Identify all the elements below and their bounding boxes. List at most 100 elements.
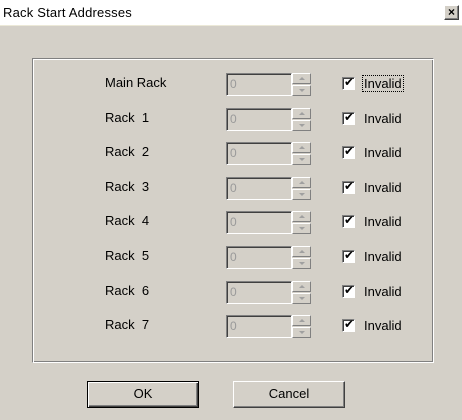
checkmark-icon: ✔ xyxy=(344,317,355,331)
rack-row: Main Rack 0 ✔ Invalid xyxy=(0,73,462,97)
rack-label: Rack 5 xyxy=(105,248,150,263)
arrow-up-icon xyxy=(299,215,305,218)
address-spinner: 0 xyxy=(226,211,311,234)
arrow-up-icon xyxy=(299,319,305,322)
invalid-checkbox-label[interactable]: Invalid xyxy=(363,284,403,299)
address-spinner: 0 xyxy=(226,246,311,269)
checkmark-icon: ✔ xyxy=(344,144,355,158)
address-field: 0 xyxy=(226,281,292,304)
ok-button[interactable]: OK xyxy=(87,381,199,408)
spin-up-button xyxy=(292,281,311,292)
arrow-down-icon xyxy=(299,297,305,300)
spinner-buttons xyxy=(292,281,311,304)
checkbox-box[interactable]: ✔ xyxy=(342,110,355,125)
spinner-buttons xyxy=(292,108,311,131)
arrow-up-icon xyxy=(299,112,305,115)
invalid-checkbox-label[interactable]: Invalid xyxy=(363,249,403,264)
checkbox-box[interactable]: ✔ xyxy=(342,213,355,228)
spinner-buttons xyxy=(292,73,311,96)
checkmark-icon: ✔ xyxy=(344,213,355,227)
invalid-checkbox-label[interactable]: Invalid xyxy=(363,180,403,195)
address-field: 0 xyxy=(226,177,292,200)
rack-row: Rack 3 0 ✔ Invalid xyxy=(0,177,462,201)
address-spinner: 0 xyxy=(226,315,311,338)
address-spinner: 0 xyxy=(226,73,311,96)
spin-down-button xyxy=(292,223,311,234)
address-spinner: 0 xyxy=(226,142,311,165)
checkmark-icon: ✔ xyxy=(344,110,355,124)
rack-label: Rack 6 xyxy=(105,283,150,298)
rack-row: Rack 2 0 ✔ Invalid xyxy=(0,142,462,166)
invalid-checkbox-label[interactable]: Invalid xyxy=(363,318,403,333)
spin-up-button xyxy=(292,211,311,222)
spin-up-button xyxy=(292,108,311,119)
checkmark-icon: ✔ xyxy=(344,248,355,262)
arrow-up-icon xyxy=(299,285,305,288)
close-button[interactable]: × xyxy=(444,5,459,20)
checkbox-box[interactable]: ✔ xyxy=(342,283,355,298)
spin-down-button xyxy=(292,189,311,200)
arrow-down-icon xyxy=(299,89,305,92)
spinner-buttons xyxy=(292,315,311,338)
arrow-down-icon xyxy=(299,262,305,265)
address-field: 0 xyxy=(226,108,292,131)
address-field: 0 xyxy=(226,246,292,269)
rack-label: Rack 4 xyxy=(105,213,150,228)
rack-label: Rack 1 xyxy=(105,110,150,125)
invalid-checkbox-label[interactable]: Invalid xyxy=(363,145,403,160)
address-spinner: 0 xyxy=(226,108,311,131)
spinner-buttons xyxy=(292,246,311,269)
spin-up-button xyxy=(292,142,311,153)
spin-up-button xyxy=(292,246,311,257)
close-icon: × xyxy=(447,5,455,19)
checkmark-icon: ✔ xyxy=(344,75,355,89)
invalid-checkbox-label[interactable]: Invalid xyxy=(363,214,403,229)
arrow-up-icon xyxy=(299,181,305,184)
rack-row: Rack 7 0 ✔ Invalid xyxy=(0,315,462,339)
checkbox-box[interactable]: ✔ xyxy=(342,75,355,90)
spin-down-button xyxy=(292,258,311,269)
address-field: 0 xyxy=(226,142,292,165)
rack-label: Main Rack xyxy=(105,75,167,90)
title-bar: Rack Start Addresses × xyxy=(0,0,462,26)
spin-down-button xyxy=(292,120,311,131)
rack-row: Rack 5 0 ✔ Invalid xyxy=(0,246,462,270)
checkmark-icon: ✔ xyxy=(344,283,355,297)
rack-start-addresses-dialog: Rack Start Addresses × Main Rack 0 ✔ Invali… xyxy=(0,0,462,420)
arrow-down-icon xyxy=(299,124,305,127)
spin-up-button xyxy=(292,315,311,326)
address-field: 0 xyxy=(226,211,292,234)
invalid-checkbox-label[interactable]: Invalid xyxy=(362,75,404,92)
arrow-down-icon xyxy=(299,331,305,334)
spinner-buttons xyxy=(292,211,311,234)
cancel-button[interactable]: Cancel xyxy=(233,381,345,408)
spin-up-button xyxy=(292,73,311,84)
arrow-up-icon xyxy=(299,77,305,80)
rack-row: Rack 1 0 ✔ Invalid xyxy=(0,108,462,132)
spin-up-button xyxy=(292,177,311,188)
checkbox-box[interactable]: ✔ xyxy=(342,248,355,263)
checkbox-box[interactable]: ✔ xyxy=(342,179,355,194)
arrow-down-icon xyxy=(299,227,305,230)
spin-down-button xyxy=(292,327,311,338)
address-spinner: 0 xyxy=(226,281,311,304)
rack-label: Rack 7 xyxy=(105,317,150,332)
checkbox-box[interactable]: ✔ xyxy=(342,317,355,332)
window-title: Rack Start Addresses xyxy=(3,5,132,20)
rack-row: Rack 6 0 ✔ Invalid xyxy=(0,281,462,305)
spin-down-button xyxy=(292,293,311,304)
invalid-checkbox-label[interactable]: Invalid xyxy=(363,111,403,126)
rack-label: Rack 3 xyxy=(105,179,150,194)
address-spinner: 0 xyxy=(226,177,311,200)
address-field: 0 xyxy=(226,315,292,338)
checkbox-box[interactable]: ✔ xyxy=(342,144,355,159)
rack-row: Rack 4 0 ✔ Invalid xyxy=(0,211,462,235)
spin-down-button xyxy=(292,85,311,96)
spin-down-button xyxy=(292,154,311,165)
checkmark-icon: ✔ xyxy=(344,179,355,193)
arrow-up-icon xyxy=(299,146,305,149)
arrow-down-icon xyxy=(299,158,305,161)
rack-label: Rack 2 xyxy=(105,144,150,159)
spinner-buttons xyxy=(292,177,311,200)
address-field: 0 xyxy=(226,73,292,96)
